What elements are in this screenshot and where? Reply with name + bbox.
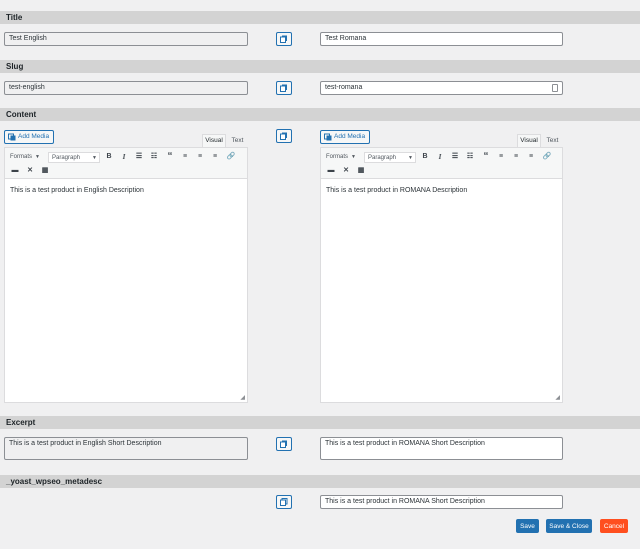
bold-icon[interactable]: B — [104, 152, 114, 162]
add-media-label: Add Media — [18, 133, 50, 140]
align-center-icon[interactable]: ≡ — [195, 152, 205, 162]
italic-icon[interactable]: I — [435, 152, 445, 162]
content-editor-romana[interactable]: Formats ▼ Paragraph ▼ B I ☰ ☷ “ ≡ ≡ ≡ 🔗 ▬ … — [320, 147, 563, 403]
slug-romana-value: test-romana — [325, 84, 363, 91]
read-more-icon[interactable]: ▬ — [326, 166, 336, 176]
align-left-icon[interactable]: ≡ — [180, 152, 190, 162]
link-icon[interactable]: 🔗 — [226, 152, 236, 162]
copy-icon — [280, 35, 287, 43]
copy-icon — [280, 440, 287, 448]
excerpt-romana-textarea[interactable]: This is a test product in ROMANA Short D… — [320, 437, 563, 460]
align-left-icon[interactable]: ≡ — [496, 152, 506, 162]
copy-slug-button[interactable] — [276, 81, 292, 95]
numbered-list-icon[interactable]: ☷ — [149, 152, 159, 162]
align-right-icon[interactable]: ≡ — [526, 152, 536, 162]
italic-icon[interactable]: I — [119, 152, 129, 162]
media-icon — [324, 133, 332, 141]
bold-icon[interactable]: B — [420, 152, 430, 162]
content-section-header: Content — [0, 108, 640, 121]
resize-handle-icon[interactable]: ◢ — [240, 394, 245, 401]
content-editor-english[interactable]: Formats ▼ Paragraph ▼ B I ☰ ☷ “ ≡ ≡ ≡ 🔗 ▬ … — [4, 147, 248, 403]
title-romana-field[interactable]: Test Romana — [320, 32, 563, 46]
add-media-button-romana[interactable]: Add Media — [320, 130, 371, 144]
editor-toolbar: Formats ▼ Paragraph ▼ B I ☰ ☷ “ ≡ ≡ ≡ 🔗 ▬ … — [5, 148, 247, 179]
yoast-romana-field[interactable]: This is a test product in ROMANA Short D… — [320, 495, 563, 509]
copy-content-button[interactable] — [276, 129, 292, 143]
add-media-button-english[interactable]: Add Media — [4, 130, 55, 144]
add-media-label: Add Media — [334, 133, 366, 140]
tab-visual-romana[interactable]: Visual — [517, 134, 541, 147]
paragraph-select[interactable]: Paragraph ▼ — [48, 152, 100, 163]
editor-body-english[interactable]: This is a test product in English Descri… — [10, 187, 144, 194]
toolbar-toggle-icon[interactable]: ▦ — [356, 166, 366, 176]
excerpt-english-textarea[interactable]: This is a test product in English Short … — [4, 437, 248, 460]
title-english-field[interactable]: Test English — [4, 32, 248, 46]
resize-handle-icon[interactable]: ◢ — [555, 394, 560, 401]
toolbar-toggle-icon[interactable]: ▦ — [40, 166, 50, 176]
formats-dropdown[interactable]: Formats ▼ — [326, 152, 356, 163]
slug-english-field[interactable]: test-english — [4, 81, 248, 95]
media-icon — [8, 133, 16, 141]
slug-section-header: Slug — [0, 60, 640, 73]
align-right-icon[interactable]: ≡ — [210, 152, 220, 162]
clipboard-icon — [552, 84, 558, 92]
formats-dropdown[interactable]: Formats ▼ — [10, 152, 40, 163]
save-close-button[interactable]: Save & Close — [546, 519, 592, 533]
excerpt-section-header: Excerpt — [0, 416, 640, 429]
fullscreen-icon[interactable]: ✕ — [341, 166, 351, 176]
bullet-list-icon[interactable]: ☰ — [134, 152, 144, 162]
copy-icon — [280, 498, 288, 506]
align-center-icon[interactable]: ≡ — [511, 152, 521, 162]
save-button[interactable]: Save — [516, 519, 539, 533]
slug-romana-field[interactable]: test-romana — [320, 81, 563, 95]
read-more-icon[interactable]: ▬ — [10, 166, 20, 176]
title-section-header: Title — [0, 11, 640, 24]
link-icon[interactable]: 🔗 — [542, 152, 552, 162]
copy-icon — [280, 132, 287, 140]
yoast-section-header: _yoast_wpseo_metadesc — [0, 475, 640, 488]
blockquote-icon[interactable]: “ — [481, 152, 491, 162]
copy-yoast-button[interactable] — [276, 495, 292, 509]
editor-body-romana[interactable]: This is a test product in ROMANA Descrip… — [326, 187, 467, 194]
numbered-list-icon[interactable]: ☷ — [465, 152, 475, 162]
copy-title-button[interactable] — [276, 32, 292, 46]
fullscreen-icon[interactable]: ✕ — [25, 166, 35, 176]
tab-visual-english[interactable]: Visual — [202, 134, 226, 147]
blockquote-icon[interactable]: “ — [165, 152, 175, 162]
copy-icon — [280, 84, 287, 92]
tab-text-english[interactable]: Text — [227, 135, 248, 147]
paragraph-select[interactable]: Paragraph ▼ — [364, 152, 416, 163]
editor-toolbar: Formats ▼ Paragraph ▼ B I ☰ ☷ “ ≡ ≡ ≡ 🔗 ▬ … — [321, 148, 562, 179]
copy-excerpt-button[interactable] — [276, 437, 292, 451]
tab-text-romana[interactable]: Text — [542, 135, 563, 147]
cancel-button[interactable]: Cancel — [600, 519, 628, 533]
bullet-list-icon[interactable]: ☰ — [450, 152, 460, 162]
